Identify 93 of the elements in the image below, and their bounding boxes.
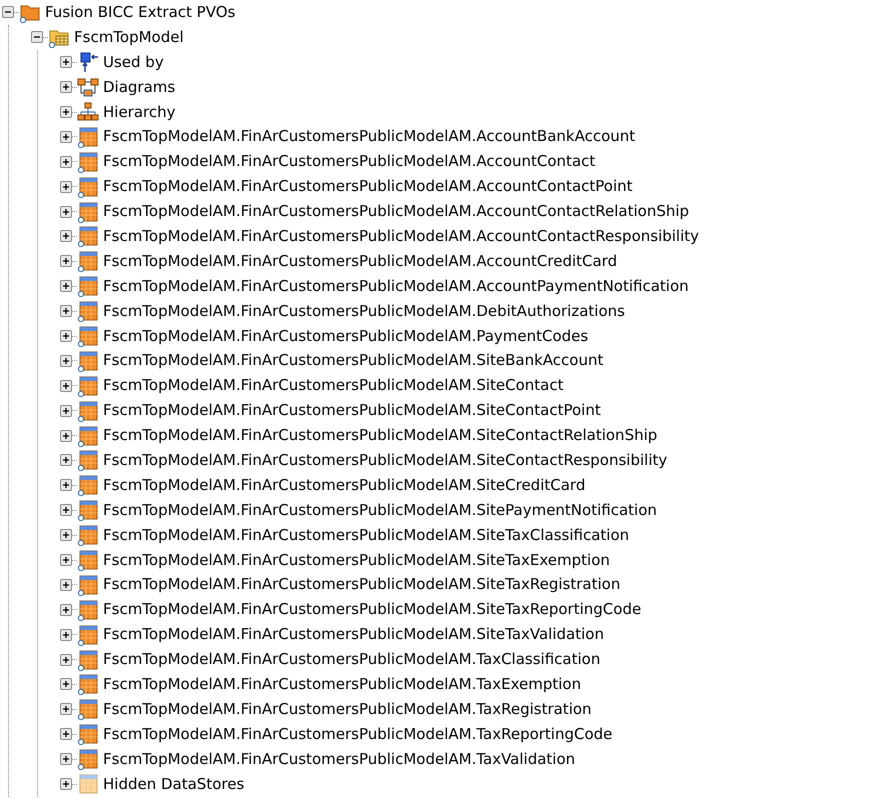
tree-item[interactable]: FscmTopModelAM.FinArCustomersPublicModelAM.AccountCreditCard xyxy=(103,254,618,269)
tree-item[interactable]: FscmTopModelAM.FinArCustomersPublicModelAM.TaxRegistration xyxy=(103,702,592,717)
tree-item[interactable]: Used by xyxy=(103,54,164,70)
tree-item[interactable]: FscmTopModel xyxy=(74,30,184,45)
table-icon xyxy=(77,549,99,572)
tree-item[interactable]: FscmTopModelAM.FinArCustomersPublicModelAM.DebitAuthorizations xyxy=(103,304,625,319)
tree-item[interactable]: FscmTopModelAM.FinArCustomersPublicModelAM.TaxReportingCode xyxy=(103,726,612,742)
table-icon xyxy=(77,598,99,621)
table-icon xyxy=(77,624,99,646)
table-icon xyxy=(77,325,99,348)
expand-toggle[interactable] xyxy=(60,230,72,242)
expand-toggle[interactable] xyxy=(60,578,72,591)
tree-item[interactable]: FscmTopModelAM.FinArCustomersPublicModelAM.TaxValidation xyxy=(103,752,576,767)
table-icon xyxy=(77,673,99,696)
expand-toggle[interactable] xyxy=(60,778,72,790)
expand-toggle[interactable] xyxy=(60,654,72,666)
table-icon xyxy=(77,748,99,770)
tree-item[interactable]: FscmTopModelAM.FinArCustomersPublicModelAM.SiteContact xyxy=(103,378,564,394)
tree-item[interactable]: FscmTopModelAM.FinArCustomersPublicModelAM.PaymentCodes xyxy=(103,328,588,344)
tree-item[interactable]: FscmTopModelAM.FinArCustomersPublicModelAM.SiteCreditCard xyxy=(103,478,586,493)
expand-toggle[interactable] xyxy=(60,554,72,566)
hierarchy-icon xyxy=(77,101,99,123)
table-icon xyxy=(77,524,99,546)
expand-toggle[interactable] xyxy=(60,305,72,318)
expand-toggle[interactable] xyxy=(60,728,72,740)
tree-item[interactable]: FscmTopModelAM.FinArCustomersPublicModelAM.SiteTaxValidation xyxy=(103,627,604,642)
table-icon xyxy=(77,300,99,322)
expand-toggle[interactable] xyxy=(60,604,72,616)
expand-toggle[interactable] xyxy=(60,404,72,417)
expand-toggle[interactable] xyxy=(60,156,72,168)
expand-toggle[interactable] xyxy=(60,454,72,466)
tree-item[interactable]: Hidden DataStores xyxy=(103,776,244,792)
tree-item[interactable]: FscmTopModelAM.FinArCustomersPublicModelAM.SiteBankAccount xyxy=(103,353,604,368)
tree-item[interactable]: FscmTopModelAM.FinArCustomersPublicModelAM.TaxExemption xyxy=(103,676,582,692)
expand-toggle[interactable] xyxy=(60,753,72,766)
table-icon xyxy=(77,350,99,372)
table-icon xyxy=(77,400,99,422)
tree-item[interactable]: FscmTopModelAM.FinArCustomersPublicModelAM.SiteTaxClassification xyxy=(103,528,630,543)
tree-item[interactable]: FscmTopModelAM.FinArCustomersPublicModelAM.AccountContactResponsibility xyxy=(103,228,700,244)
table-icon xyxy=(77,449,99,472)
expand-toggle[interactable] xyxy=(60,180,72,193)
tree-item[interactable]: FscmTopModelAM.FinArCustomersPublicModelAM.AccountContactPoint xyxy=(103,179,633,194)
expand-toggle[interactable] xyxy=(60,430,72,442)
tree-item[interactable]: FscmTopModelAM.FinArCustomersPublicModelAM.SiteContactPoint xyxy=(103,403,601,418)
expand-toggle[interactable] xyxy=(60,504,72,516)
table-icon xyxy=(77,275,99,298)
tree-item[interactable]: FscmTopModelAM.FinArCustomersPublicModelAM.SiteTaxExemption xyxy=(103,552,610,568)
expand-toggle[interactable] xyxy=(60,628,72,641)
tree-item[interactable]: FscmTopModelAM.FinArCustomersPublicModelAM.SiteContactRelationShip xyxy=(103,428,658,444)
tree-item[interactable]: FscmTopModelAM.FinArCustomersPublicModelAM.TaxClassification xyxy=(103,652,600,668)
tree-item[interactable]: FscmTopModelAM.FinArCustomersPublicModelAM.SiteTaxReportingCode xyxy=(103,602,642,618)
expand-toggle[interactable] xyxy=(60,255,72,268)
diagram-icon xyxy=(77,76,99,98)
tree-item[interactable]: Diagrams xyxy=(103,80,176,95)
collapse-toggle[interactable] xyxy=(2,6,14,18)
expand-toggle[interactable] xyxy=(60,206,72,218)
collapse-toggle[interactable] xyxy=(31,31,43,44)
table-icon xyxy=(77,499,99,522)
expand-toggle[interactable] xyxy=(60,330,72,342)
table-icon xyxy=(77,574,99,596)
expand-toggle[interactable] xyxy=(60,479,72,492)
table-icon xyxy=(77,250,99,272)
table-icon xyxy=(77,374,99,397)
tree-item[interactable]: FscmTopModelAM.FinArCustomersPublicModelAM.SitePaymentNotification xyxy=(103,502,657,518)
expand-toggle[interactable] xyxy=(60,280,72,292)
expand-toggle[interactable] xyxy=(60,529,72,542)
tree-item[interactable]: FscmTopModelAM.FinArCustomersPublicModelAM.SiteContactResponsibility xyxy=(103,452,668,468)
tree-item[interactable]: Hierarchy xyxy=(103,104,176,120)
expand-toggle[interactable] xyxy=(60,56,72,68)
expand-toggle[interactable] xyxy=(60,354,72,367)
expand-toggle[interactable] xyxy=(60,81,72,94)
table-icon xyxy=(77,424,99,447)
tree-item[interactable]: FscmTopModelAM.FinArCustomersPublicModelAM.SiteTaxRegistration xyxy=(103,577,620,592)
table-icon xyxy=(77,723,99,746)
table-icon xyxy=(77,648,99,671)
table-icon xyxy=(77,474,99,496)
tree-item[interactable]: FscmTopModelAM.FinArCustomersPublicModelAM.AccountBankAccount xyxy=(103,129,636,144)
table-icon xyxy=(77,126,99,148)
expand-toggle[interactable] xyxy=(60,380,72,392)
table-icon xyxy=(77,698,99,720)
table-icon xyxy=(77,150,99,173)
tree-item[interactable]: Fusion BICC Extract PVOs xyxy=(45,4,236,20)
expand-toggle[interactable] xyxy=(60,106,72,118)
tree-item[interactable]: FscmTopModelAM.FinArCustomersPublicModelAM.AccountPaymentNotification xyxy=(103,278,689,294)
expand-toggle[interactable] xyxy=(60,678,72,690)
table-icon xyxy=(77,200,99,223)
expand-toggle[interactable] xyxy=(60,703,72,716)
table-icon xyxy=(77,225,99,248)
tree-item[interactable]: FscmTopModelAM.FinArCustomersPublicModelAM.AccountContact xyxy=(103,154,596,170)
table-icon xyxy=(77,773,99,796)
table-icon xyxy=(77,176,99,198)
tree-item[interactable]: FscmTopModelAM.FinArCustomersPublicModelAM.AccountContactRelationShip xyxy=(103,204,690,220)
expand-toggle[interactable] xyxy=(60,130,72,143)
